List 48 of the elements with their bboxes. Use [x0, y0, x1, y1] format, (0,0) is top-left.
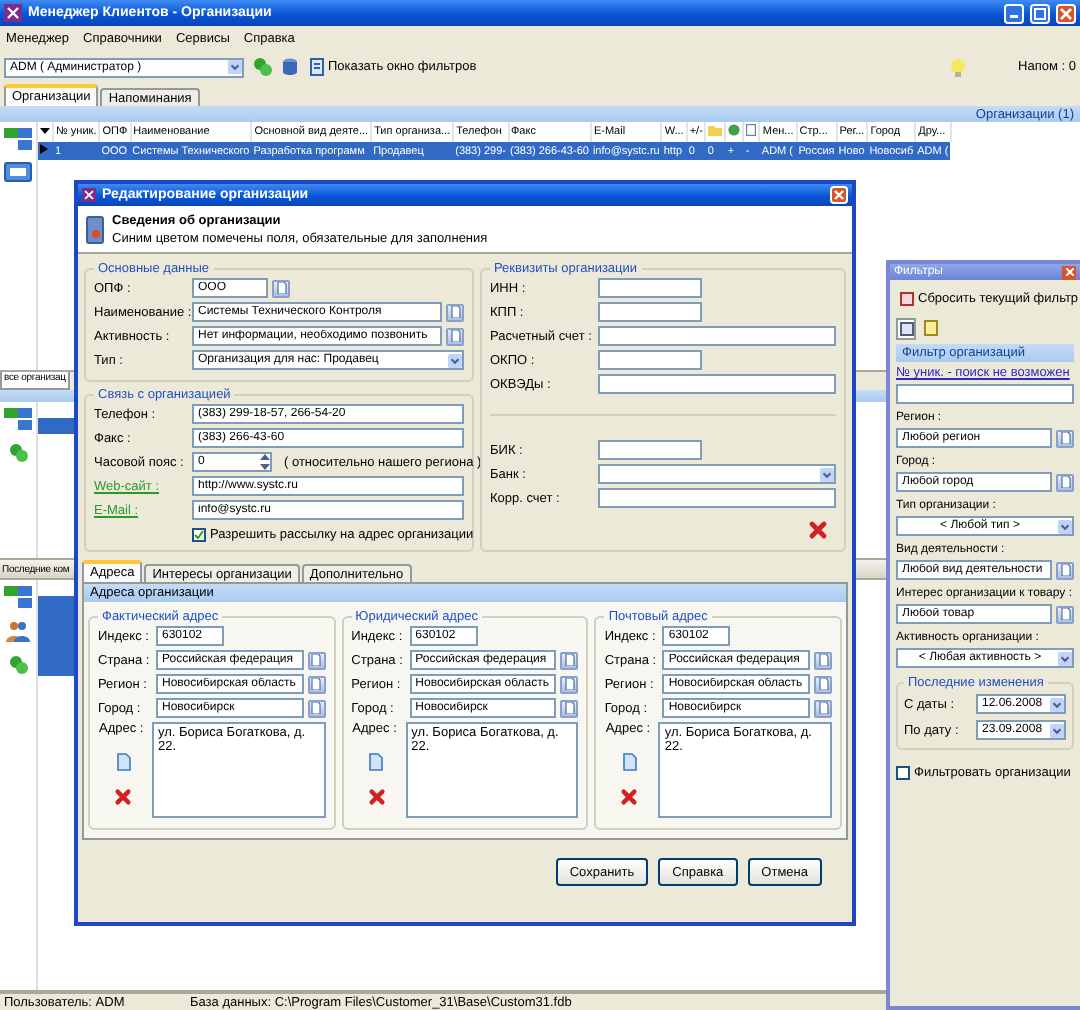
chevron-down-icon[interactable]: [1050, 697, 1064, 711]
clover-icon[interactable]: [7, 442, 29, 464]
checkmark-icon: [194, 529, 204, 539]
grid-icon[interactable]: [4, 586, 32, 608]
text-field[interactable]: [598, 440, 702, 460]
delete-icon[interactable]: [808, 520, 828, 540]
dropdown-field[interactable]: [598, 464, 836, 484]
people-icon[interactable]: [6, 620, 30, 642]
close-icon[interactable]: [834, 190, 844, 200]
delete-icon[interactable]: [367, 788, 386, 806]
close-button[interactable]: [830, 186, 848, 204]
checkbox[interactable]: [896, 765, 910, 779]
minimize-button[interactable]: [1004, 3, 1024, 23]
lightbulb-icon[interactable]: [950, 57, 967, 77]
globe-icon: [728, 124, 741, 136]
chevron-down-icon[interactable]: [1058, 519, 1072, 533]
app-icon: [82, 188, 96, 202]
chevron-down-icon[interactable]: [1058, 651, 1072, 665]
text-field[interactable]: [598, 488, 836, 508]
text-field[interactable]: [598, 278, 702, 298]
grid-icon[interactable]: [4, 408, 32, 430]
window-icon[interactable]: [310, 58, 324, 76]
text-field[interactable]: [598, 350, 702, 370]
clover-icon[interactable]: [7, 654, 29, 676]
document-icon[interactable]: [368, 752, 385, 772]
card-icon[interactable]: [4, 162, 32, 182]
grid-icon[interactable]: [4, 128, 32, 150]
document-icon[interactable]: [621, 752, 638, 772]
delete-icon[interactable]: [114, 788, 132, 806]
text-field[interactable]: [598, 374, 836, 394]
text-field[interactable]: [598, 326, 836, 346]
document-icon[interactable]: [115, 752, 131, 772]
database-icon[interactable]: [282, 58, 298, 76]
row-pointer-icon: [40, 144, 48, 154]
text-field[interactable]: [896, 384, 1074, 404]
app-icon: [4, 4, 22, 22]
row-header-cell[interactable]: [38, 142, 53, 160]
text-field[interactable]: [598, 302, 702, 322]
checkbox[interactable]: [192, 527, 206, 541]
chevron-down-icon[interactable]: [820, 467, 834, 481]
chevron-down-icon[interactable]: [228, 60, 242, 74]
chevron-down-icon[interactable]: [1050, 723, 1064, 737]
chevron-down-icon[interactable]: [448, 353, 462, 367]
square-icon[interactable]: [900, 291, 914, 305]
notebook-icon: [86, 215, 104, 243]
spin-arrows-icon[interactable]: [260, 454, 270, 470]
delete-icon[interactable]: [620, 788, 639, 806]
expand-arrow-icon[interactable]: [40, 125, 50, 135]
